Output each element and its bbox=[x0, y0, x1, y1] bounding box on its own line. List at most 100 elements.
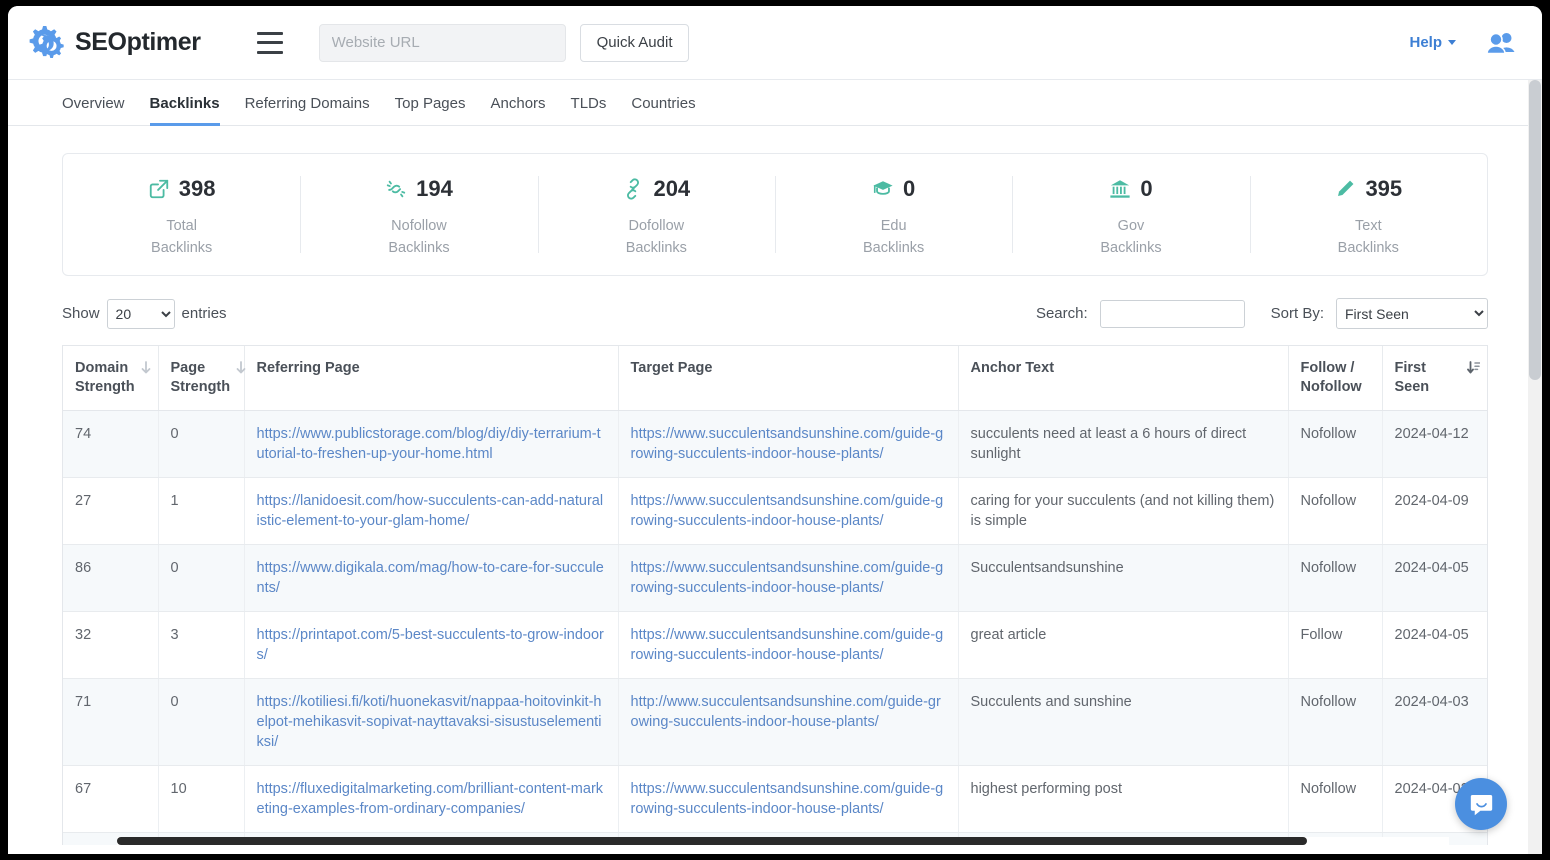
stats-section: 398 Total Backlinks 194 bbox=[8, 126, 1542, 276]
cell-referring-page[interactable]: https://www.publicstorage.com/blog/diy/d… bbox=[244, 411, 618, 478]
cell-anchor-text: great article bbox=[958, 612, 1288, 679]
col-referring-page[interactable]: Referring Page bbox=[244, 346, 618, 411]
stat-nofollow-backlinks: 194 Nofollow Backlinks bbox=[300, 154, 537, 275]
sort-by-select[interactable]: First SeenDomain StrengthPage StrengthLa… bbox=[1336, 298, 1488, 329]
cell-target-page[interactable]: https://www.succulentsandsunshine.com/gu… bbox=[618, 612, 958, 679]
stat-gov-backlinks: 0 Gov Backlinks bbox=[1012, 154, 1249, 275]
cell-domain-strength: 74 bbox=[63, 411, 158, 478]
stat-label-line1: Edu bbox=[863, 215, 924, 237]
cell-referring-page-link[interactable]: https://fluxedigitalmarketing.com/brilli… bbox=[257, 781, 604, 817]
cell-target-page[interactable]: https://www.succulentsandsunshine.com/gu… bbox=[618, 766, 958, 833]
entries-label: entries bbox=[182, 305, 227, 322]
show-entries-group: Show 102050100 entries bbox=[62, 299, 227, 329]
cell-follow: Nofollow bbox=[1288, 679, 1382, 766]
cell-page-strength: 0 bbox=[158, 545, 244, 612]
cell-referring-page-link[interactable]: https://printapot.com/5-best-succulents-… bbox=[257, 627, 604, 663]
cell-target-page-link[interactable]: https://www.succulentsandsunshine.com/gu… bbox=[631, 627, 944, 663]
cell-target-page[interactable]: https://www.succulentsandsunshine.com/gu… bbox=[618, 545, 958, 612]
cell-page-strength: 10 bbox=[158, 766, 244, 833]
cell-anchor-text: Succulents and sunshine bbox=[958, 679, 1288, 766]
chain-link-icon bbox=[622, 178, 644, 200]
stat-label-line2: Backlinks bbox=[863, 237, 924, 259]
col-domain-strength[interactable]: Domain Strength bbox=[63, 346, 158, 411]
cell-target-page-link[interactable]: http://www.succulentsandsunshine.com/gui… bbox=[631, 694, 941, 730]
horizontal-scrollbar-thumb[interactable] bbox=[117, 837, 1307, 845]
section-tabs: Overview Backlinks Referring Domains Top… bbox=[8, 80, 1542, 126]
cell-page-strength: 0 bbox=[158, 411, 244, 478]
tab-tlds[interactable]: TLDs bbox=[571, 81, 607, 126]
tab-top-pages[interactable]: Top Pages bbox=[395, 81, 466, 126]
tab-overview[interactable]: Overview bbox=[62, 81, 125, 126]
users-icon[interactable] bbox=[1486, 31, 1516, 55]
backlinks-table-container[interactable]: Domain Strength Page Streng bbox=[62, 345, 1488, 845]
page-vertical-scrollbar-thumb[interactable] bbox=[1529, 80, 1541, 380]
search-sort-group: Search: Sort By: First SeenDomain Streng… bbox=[1036, 298, 1488, 329]
col-anchor-text[interactable]: Anchor Text bbox=[958, 346, 1288, 411]
show-label: Show bbox=[62, 305, 100, 322]
header-right-group: Help bbox=[1409, 31, 1516, 55]
col-first-seen[interactable]: First Seen bbox=[1382, 346, 1488, 411]
cell-target-page-link[interactable]: https://www.succulentsandsunshine.com/gu… bbox=[631, 560, 944, 596]
tab-backlinks[interactable]: Backlinks bbox=[150, 81, 220, 126]
graduation-cap-icon bbox=[872, 178, 894, 200]
search-input[interactable] bbox=[1100, 300, 1245, 328]
cell-target-page[interactable]: https://www.succulentsandsunshine.com/gu… bbox=[618, 411, 958, 478]
cell-target-page-link[interactable]: https://www.succulentsandsunshine.com/gu… bbox=[631, 493, 944, 529]
cell-anchor-text: highest performing post bbox=[958, 766, 1288, 833]
cell-referring-page[interactable]: https://www.digikala.com/mag/how-to-care… bbox=[244, 545, 618, 612]
cell-page-strength: 0 bbox=[158, 679, 244, 766]
stat-label-line2: Backlinks bbox=[151, 237, 212, 259]
col-label-line2: Nofollow bbox=[1301, 378, 1370, 397]
search-label: Search: bbox=[1036, 305, 1088, 322]
cell-referring-page[interactable]: https://fluxedigitalmarketing.com/brilli… bbox=[244, 766, 618, 833]
sort-arrow-icon[interactable] bbox=[236, 361, 246, 375]
cell-target-page[interactable]: http://www.succulentsandsunshine.com/gui… bbox=[618, 679, 958, 766]
sort-desc-active-icon[interactable] bbox=[1467, 361, 1480, 375]
hamburger-menu-icon[interactable] bbox=[257, 32, 283, 54]
chat-launcher-button[interactable] bbox=[1455, 778, 1507, 830]
cell-referring-page-link[interactable]: https://www.publicstorage.com/blog/diy/d… bbox=[257, 426, 601, 462]
tab-countries[interactable]: Countries bbox=[631, 81, 695, 126]
stat-label-line2: Backlinks bbox=[626, 237, 687, 259]
sort-by-label: Sort By: bbox=[1271, 305, 1324, 322]
cell-referring-page[interactable]: https://kotiliesi.fi/koti/huonekasvit/na… bbox=[244, 679, 618, 766]
cell-target-page[interactable]: https://www.succulentsandsunshine.com/gu… bbox=[618, 478, 958, 545]
col-page-strength[interactable]: Page Strength bbox=[158, 346, 244, 411]
col-target-page[interactable]: Target Page bbox=[618, 346, 958, 411]
tab-anchors[interactable]: Anchors bbox=[491, 81, 546, 126]
cell-referring-page-link[interactable]: https://kotiliesi.fi/koti/huonekasvit/na… bbox=[257, 694, 602, 750]
cell-target-page-link[interactable]: https://www.succulentsandsunshine.com/gu… bbox=[631, 426, 944, 462]
stat-value: 395 bbox=[1365, 176, 1402, 202]
cell-page-strength: 1 bbox=[158, 478, 244, 545]
tab-referring-domains[interactable]: Referring Domains bbox=[245, 81, 370, 126]
cell-follow: Nofollow bbox=[1288, 478, 1382, 545]
entries-select[interactable]: 102050100 bbox=[107, 299, 175, 329]
cell-referring-page[interactable]: https://lanidoesit.com/how-succulents-ca… bbox=[244, 478, 618, 545]
cell-first-seen: 2024-04-09 bbox=[1382, 478, 1488, 545]
stat-label-line1: Text bbox=[1338, 215, 1399, 237]
website-url-input[interactable] bbox=[319, 24, 566, 62]
table-row: 323 https://printapot.com/5-best-succulen… bbox=[63, 612, 1488, 679]
help-menu[interactable]: Help bbox=[1409, 34, 1456, 51]
cell-page-strength: 3 bbox=[158, 612, 244, 679]
table-controls: Show 102050100 entries Search: Sort By: … bbox=[8, 276, 1542, 329]
cell-anchor-text: succulents need at least a 6 hours of di… bbox=[958, 411, 1288, 478]
brand-name: SEOptimer bbox=[75, 28, 201, 57]
horizontal-scrollbar[interactable] bbox=[117, 837, 1449, 845]
stats-card: 398 Total Backlinks 194 bbox=[62, 153, 1488, 276]
cell-referring-page[interactable]: https://printapot.com/5-best-succulents-… bbox=[244, 612, 618, 679]
app-header: SEOptimer Quick Audit Help bbox=[8, 6, 1542, 80]
cell-target-page-link[interactable]: https://www.succulentsandsunshine.com/gu… bbox=[631, 781, 944, 817]
quick-audit-button[interactable]: Quick Audit bbox=[580, 24, 690, 62]
stat-total-backlinks: 398 Total Backlinks bbox=[63, 154, 300, 275]
col-follow-nofollow[interactable]: Follow / Nofollow bbox=[1288, 346, 1382, 411]
brand[interactable]: SEOptimer bbox=[26, 22, 201, 64]
cell-referring-page-link[interactable]: https://www.digikala.com/mag/how-to-care… bbox=[257, 560, 604, 596]
sort-arrow-icon[interactable] bbox=[141, 361, 151, 375]
cell-referring-page-link[interactable]: https://lanidoesit.com/how-succulents-ca… bbox=[257, 493, 604, 529]
cell-domain-strength: 32 bbox=[63, 612, 158, 679]
cell-follow: Nofollow bbox=[1288, 411, 1382, 478]
stat-label-line2: Backlinks bbox=[388, 237, 449, 259]
page-vertical-scrollbar[interactable] bbox=[1528, 80, 1542, 854]
cell-domain-strength: 27 bbox=[63, 478, 158, 545]
